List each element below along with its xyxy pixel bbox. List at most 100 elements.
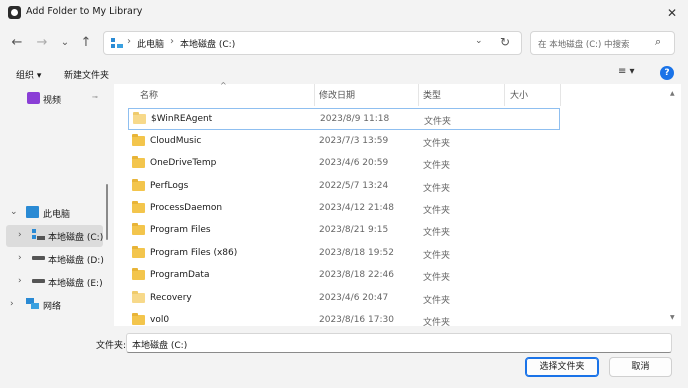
file-modified: 2023/7/3 13:59 [319, 136, 389, 146]
file-list: 名称 ^ 修改日期 类型 大小 $WinREAgent 2023/8/9 11:… [114, 81, 681, 326]
file-type: 文件夹 [424, 117, 452, 127]
column-divider[interactable] [560, 84, 561, 106]
sidebar-item-network[interactable]: › 网络 [6, 294, 103, 316]
video-icon [27, 92, 40, 104]
folder-name-field[interactable]: 本地磁盘 (C:) [126, 333, 672, 353]
address-bar[interactable]: › 此电脑 › 本地磁盘 (C:) ⌄ ↻ [103, 31, 522, 55]
pin-icon: ⊸ [92, 93, 98, 101]
file-name: ProgramData [150, 270, 210, 280]
refresh-icon[interactable]: ↻ [500, 35, 510, 49]
back-arrow-icon[interactable]: ← [9, 34, 25, 52]
scroll-up-icon[interactable]: ▲ [670, 90, 675, 97]
window-title: Add Folder to My Library [26, 6, 143, 17]
folder-icon [132, 201, 145, 213]
network-icon [26, 298, 39, 309]
search-icon: ⌕ [655, 35, 662, 48]
file-list-scrollbar[interactable]: ▲ ▼ [670, 90, 675, 322]
file-name: OneDriveTemp [150, 158, 217, 168]
chevron-right-icon[interactable]: › [10, 299, 14, 309]
column-header-modified[interactable]: 修改日期 [319, 88, 355, 101]
sort-ascending-icon: ^ [220, 81, 227, 90]
table-row[interactable]: vol0 2023/8/16 17:30 文件夹 [128, 310, 560, 326]
organize-menu[interactable]: 组织 ▾ [16, 68, 41, 81]
recent-locations-icon[interactable]: ⌄ [57, 34, 73, 52]
sidebar-item-label: 视频 [43, 96, 62, 106]
sidebar-item-label: 此电脑 [43, 210, 71, 220]
table-row[interactable]: ProcessDaemon 2023/4/12 21:48 文件夹 [128, 198, 560, 220]
close-icon[interactable]: ✕ [658, 2, 686, 24]
search-placeholder: 在 本地磁盘 (C:) 中搜索 [538, 40, 630, 50]
file-modified: 2023/8/9 11:18 [320, 114, 390, 124]
file-type: 文件夹 [423, 228, 451, 238]
scroll-down-icon[interactable]: ▼ [670, 314, 675, 321]
sidebar-item-this-pc[interactable]: ⌄ 此电脑 [6, 202, 103, 224]
table-row[interactable]: Program Files 2023/8/21 9:15 文件夹 [128, 220, 560, 242]
file-type: 文件夹 [423, 206, 451, 216]
chevron-right-icon[interactable]: › [18, 230, 22, 240]
column-divider[interactable] [418, 84, 419, 106]
file-name: vol0 [150, 315, 170, 325]
select-folder-button[interactable]: 选择文件夹 [525, 357, 599, 377]
drive-c-icon [32, 229, 45, 240]
new-folder-button[interactable]: 新建文件夹 [64, 68, 109, 81]
column-divider[interactable] [314, 84, 315, 106]
table-row[interactable]: CloudMusic 2023/7/3 13:59 文件夹 [128, 131, 560, 153]
breadcrumb-this-pc[interactable]: 此电脑 [137, 37, 164, 50]
sidebar-item-drive-d[interactable]: › 本地磁盘 (D:) [6, 248, 104, 270]
sidebar-item-label: 本地磁盘 (C:) [48, 233, 104, 243]
table-row[interactable]: $WinREAgent 2023/8/9 11:18 文件夹 [128, 108, 560, 130]
sidebar-item-label: 网络 [43, 302, 62, 312]
file-modified: 2023/8/16 17:30 [319, 315, 394, 325]
app-icon [8, 6, 21, 19]
file-modified: 2022/5/7 13:24 [319, 181, 389, 191]
table-row[interactable]: Recovery 2023/4/6 20:47 文件夹 [128, 288, 560, 310]
drive-icon [32, 256, 45, 260]
folder-icon [132, 246, 145, 258]
breadcrumb-separator: › [127, 36, 131, 47]
folder-icon [132, 268, 145, 280]
sidebar-item-drive-c[interactable]: › 本地磁盘 (C:) [6, 225, 103, 247]
cancel-button[interactable]: 取消 [609, 357, 672, 377]
search-input[interactable]: 在 本地磁盘 (C:) 中搜索 ⌕ [530, 31, 675, 55]
table-row[interactable]: PerfLogs 2022/5/7 13:24 文件夹 [128, 176, 560, 198]
file-type: 文件夹 [423, 184, 451, 194]
chevron-right-icon[interactable]: › [18, 253, 22, 263]
chevron-right-icon[interactable]: › [18, 276, 22, 286]
drive-icon [32, 279, 45, 283]
column-header-type[interactable]: 类型 [423, 88, 441, 101]
chevron-down-icon[interactable]: ⌄ [10, 207, 18, 217]
file-name: ProcessDaemon [150, 203, 223, 213]
file-modified: 2023/4/6 20:59 [319, 158, 389, 168]
table-row[interactable]: OneDriveTemp 2023/4/6 20:59 文件夹 [128, 153, 560, 175]
folder-icon [132, 313, 145, 325]
table-row[interactable]: ProgramData 2023/8/18 22:46 文件夹 [128, 265, 560, 287]
breadcrumb-drive-c[interactable]: 本地磁盘 (C:) [180, 37, 235, 50]
file-name: PerfLogs [150, 181, 189, 191]
sidebar-item-videos[interactable]: 视频 ⊸ [6, 88, 103, 110]
view-options-icon[interactable]: ≡ ▾ [618, 66, 646, 82]
folder-field-label: 文件夹: [96, 341, 127, 351]
column-divider[interactable] [504, 84, 505, 106]
folder-icon [132, 156, 145, 168]
column-header-name[interactable]: 名称 [140, 88, 158, 101]
up-arrow-icon[interactable]: ↑ [78, 34, 94, 52]
navigation-pane: 视频 ⊸ ⌄ 此电脑 › 本地磁盘 (C:) › 本地磁盘 (D:) › 本地磁… [6, 84, 110, 326]
file-type: 文件夹 [423, 296, 451, 306]
file-name: Program Files [150, 225, 211, 235]
table-row[interactable]: Program Files (x86) 2023/8/18 19:52 文件夹 [128, 243, 560, 265]
file-modified: 2023/8/18 19:52 [319, 248, 394, 258]
sidebar-item-drive-e[interactable]: › 本地磁盘 (E:) [6, 271, 103, 293]
help-icon[interactable]: ? [660, 66, 674, 80]
sidebar-scrollbar[interactable] [106, 184, 108, 240]
file-type: 文件夹 [423, 251, 451, 261]
file-name: CloudMusic [150, 136, 202, 146]
chevron-down-icon[interactable]: ⌄ [475, 36, 483, 46]
forward-arrow-icon[interactable]: → [34, 34, 50, 52]
breadcrumb-separator: › [170, 36, 174, 47]
file-name: Recovery [150, 293, 192, 303]
file-name: Program Files (x86) [150, 248, 238, 258]
column-header-size[interactable]: 大小 [510, 88, 528, 101]
file-modified: 2023/4/12 21:48 [319, 203, 394, 213]
folder-icon [132, 179, 145, 191]
computer-icon [26, 206, 39, 218]
